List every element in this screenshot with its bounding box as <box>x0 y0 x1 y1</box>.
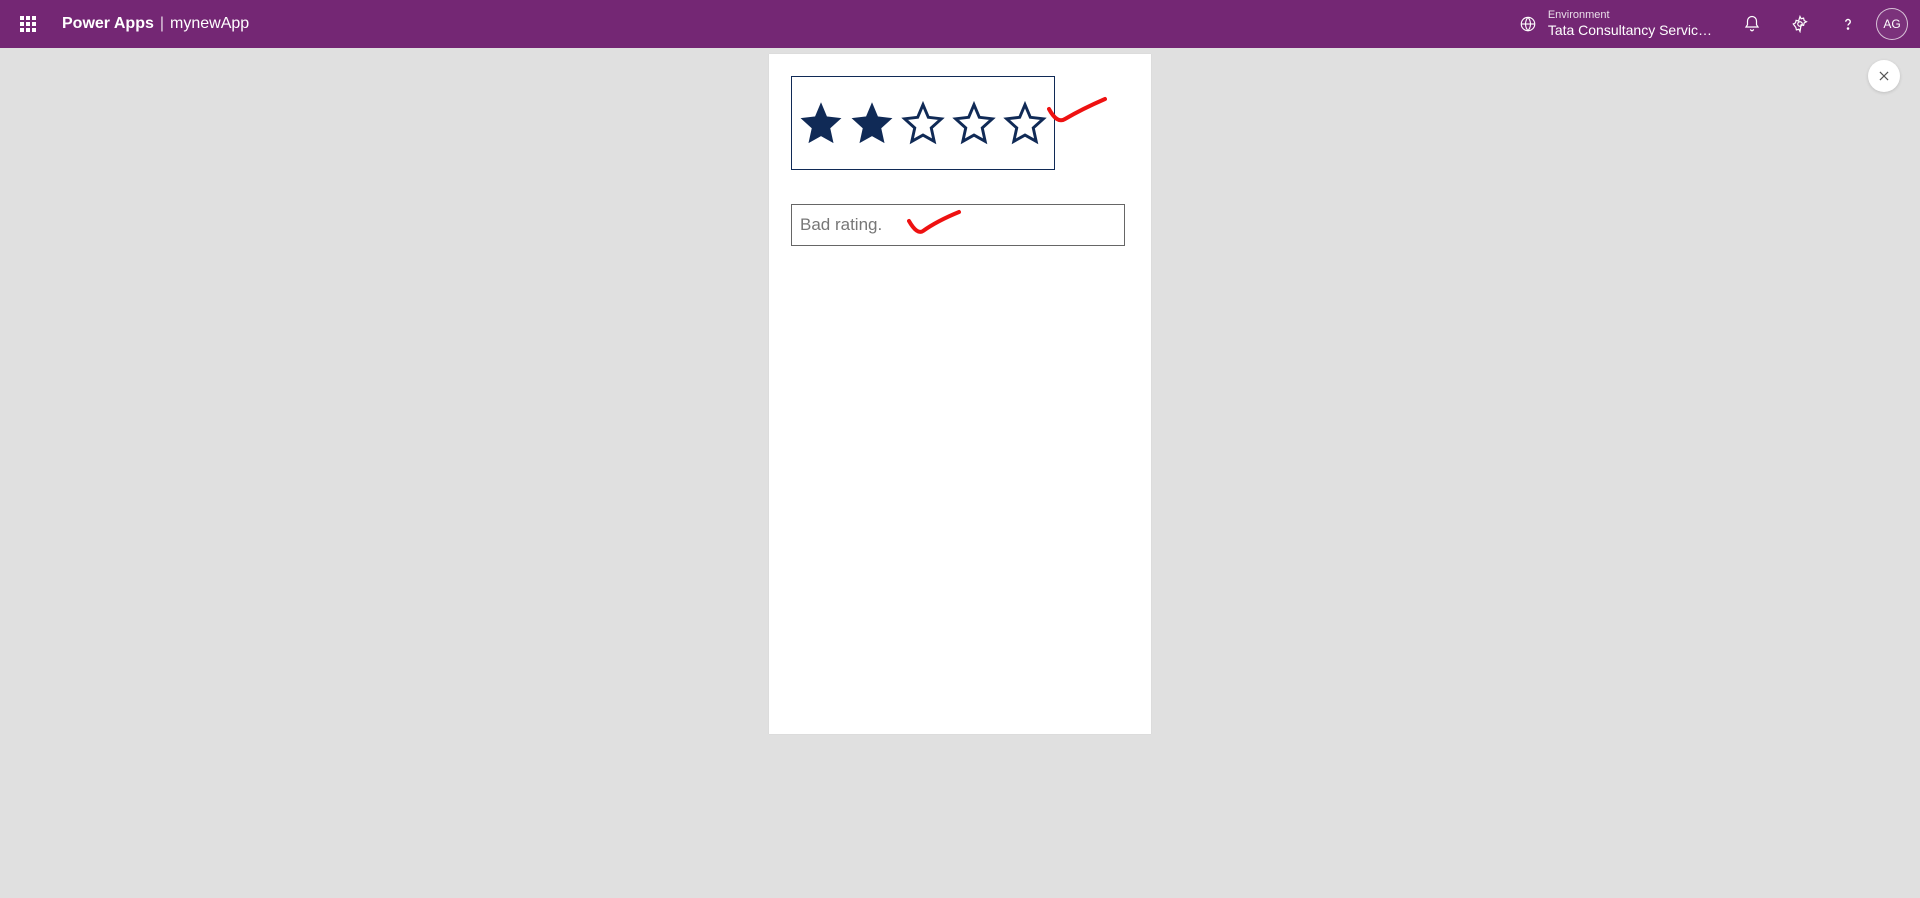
rating-control[interactable] <box>791 76 1055 170</box>
star-5[interactable] <box>1003 101 1047 145</box>
product-name[interactable]: Power Apps <box>62 15 154 33</box>
close-icon <box>1877 69 1891 83</box>
star-1[interactable] <box>799 101 843 145</box>
star-2[interactable] <box>850 101 894 145</box>
gear-icon <box>1791 15 1809 33</box>
help-button[interactable] <box>1828 4 1868 44</box>
rating-text-field[interactable]: Bad rating. <box>791 204 1125 246</box>
environment-name: Tata Consultancy Servic… <box>1548 22 1712 39</box>
question-icon <box>1839 15 1857 33</box>
close-button[interactable] <box>1868 60 1900 92</box>
environment-picker[interactable]: Environment Tata Consultancy Servic… <box>1518 9 1712 39</box>
environment-icon <box>1518 14 1538 34</box>
check-annotation-icon <box>1047 94 1107 134</box>
rating-text-value: Bad rating. <box>800 215 882 235</box>
header-left: Power Apps | mynewApp <box>12 8 249 40</box>
notifications-button[interactable] <box>1732 4 1772 44</box>
header-right: Environment Tata Consultancy Servic… AG <box>1518 4 1908 44</box>
app-canvas: Bad rating. <box>769 54 1151 734</box>
bell-icon <box>1743 15 1761 33</box>
environment-label: Environment <box>1548 9 1712 22</box>
settings-button[interactable] <box>1780 4 1820 44</box>
title-area: Power Apps | mynewApp <box>62 15 249 33</box>
app-name[interactable]: mynewApp <box>170 15 249 33</box>
star-4[interactable] <box>952 101 996 145</box>
avatar[interactable]: AG <box>1876 8 1908 40</box>
canvas-wrap: Bad rating. <box>0 48 1920 734</box>
title-separator: | <box>160 15 164 33</box>
avatar-initials: AG <box>1883 17 1900 31</box>
waffle-icon[interactable] <box>12 8 44 40</box>
star-3[interactable] <box>901 101 945 145</box>
header-bar: Power Apps | mynewApp Environment Tata C… <box>0 0 1920 48</box>
